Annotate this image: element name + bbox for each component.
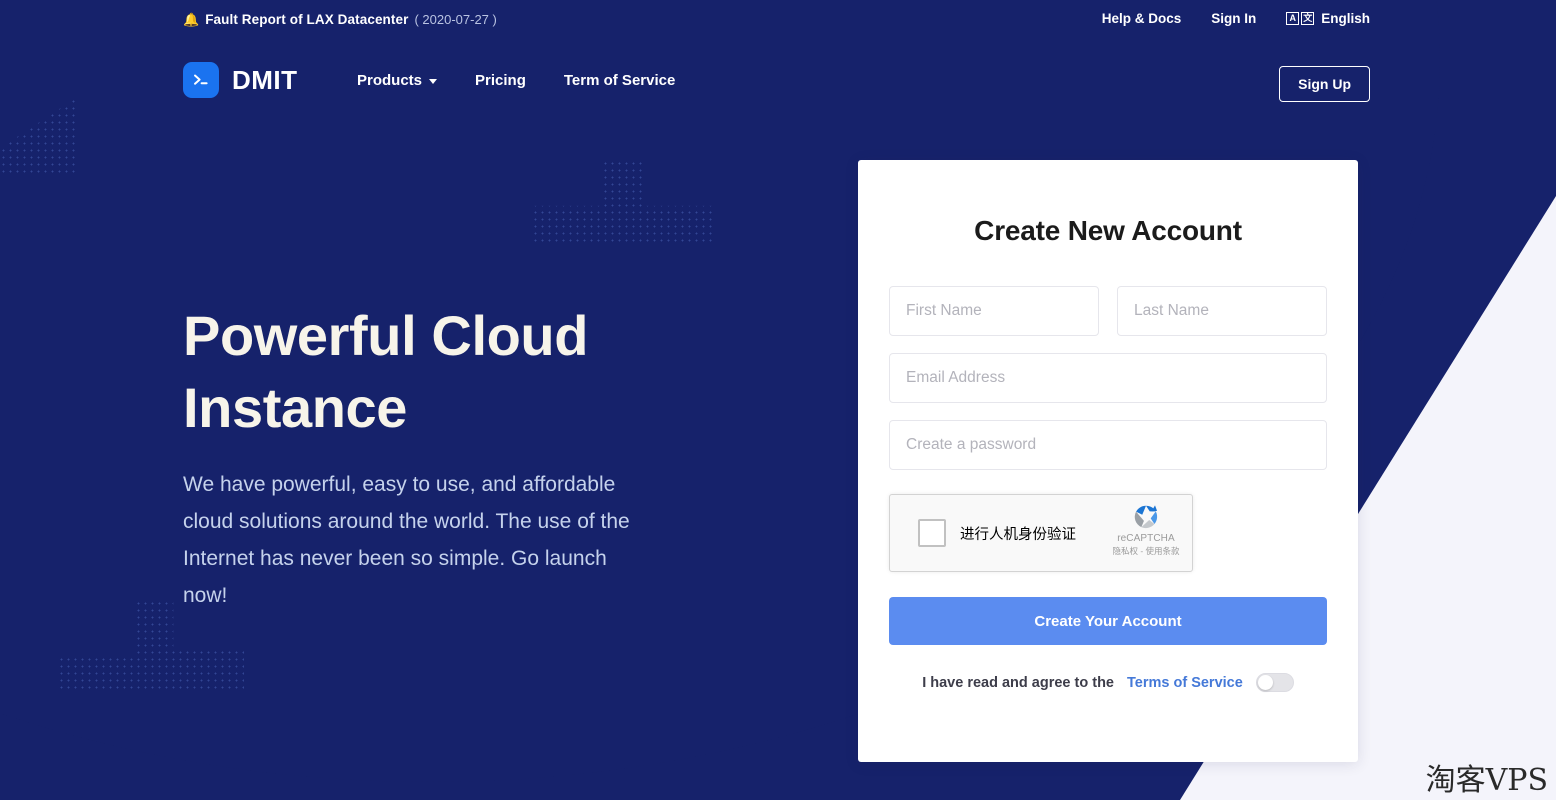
sign-in-link[interactable]: Sign In [1211, 11, 1256, 26]
watermark: 淘客VPS [1425, 763, 1548, 798]
translate-icon-latin: A [1286, 12, 1300, 25]
language-label: English [1321, 11, 1370, 26]
hero-heading-line-2: Instance [183, 375, 407, 439]
page-root: 🔔 Fault Report of LAX Datacenter ( 2020-… [0, 0, 1556, 800]
terms-agreement-toggle[interactable] [1255, 673, 1294, 692]
announcement-title: Fault Report of LAX Datacenter [205, 12, 409, 27]
chevron-down-icon [429, 79, 438, 84]
nav-item-products[interactable]: Products [357, 72, 438, 89]
hero-heading: Powerful Cloud Instance [183, 300, 703, 443]
language-switcher[interactable]: A 文 English [1286, 11, 1370, 26]
card-title: Create New Account [974, 215, 1242, 246]
brand-logo[interactable]: DMIT [183, 62, 298, 98]
email-input[interactable] [889, 353, 1327, 403]
create-account-button[interactable]: Create Your Account [889, 597, 1327, 645]
hero-heading-line-1: Powerful Cloud [183, 304, 589, 367]
terms-agreement-text: I have read and agree to the [922, 674, 1114, 691]
nav-item-term-of-service[interactable]: Term of Service [564, 72, 675, 89]
nav-item-products-label: Products [357, 72, 423, 89]
hero-paragraph: We have powerful, easy to use, and affor… [183, 473, 630, 607]
translate-icon: A 文 [1286, 12, 1315, 25]
nav-links: Products Pricing Term of Service [357, 72, 675, 89]
sign-up-button[interactable]: Sign Up [1279, 66, 1370, 102]
top-links: Help & Docs Sign In A 文 English [1102, 11, 1370, 26]
password-input[interactable] [889, 420, 1327, 470]
recaptcha-label: 进行人机身份验证 [960, 526, 1076, 543]
name-field-row [889, 286, 1327, 336]
decorative-dot-pattern-center [532, 160, 712, 242]
terminal-prompt-icon [183, 62, 219, 98]
first-name-input[interactable] [889, 286, 1099, 336]
recaptcha-checkbox[interactable] [918, 519, 946, 547]
nav-item-pricing[interactable]: Pricing [475, 72, 526, 89]
main-navigation: DMIT Products Pricing Term of Service Si… [0, 56, 1556, 112]
announcement-banner[interactable]: 🔔 Fault Report of LAX Datacenter ( 2020-… [183, 12, 497, 27]
recaptcha-icon [1108, 502, 1184, 532]
bell-icon: 🔔 [183, 12, 200, 27]
last-name-input[interactable] [1117, 286, 1327, 336]
translate-icon-cjk: 文 [1301, 12, 1315, 25]
toggle-knob [1257, 675, 1273, 690]
recaptcha-terms-label[interactable]: 隐私权 - 使用条款 [1108, 545, 1184, 557]
help-and-docs-link[interactable]: Help & Docs [1102, 11, 1182, 26]
recaptcha-branding: reCAPTCHA 隐私权 - 使用条款 [1108, 502, 1184, 557]
terms-agreement-row: I have read and agree to the Terms of Se… [889, 673, 1327, 692]
announcement-date: ( 2020-07-27 ) [414, 12, 497, 27]
recaptcha-widget[interactable]: 进行人机身份验证 reCAPTCHA 隐私权 - 使用条款 [889, 494, 1193, 572]
hero-section: Powerful Cloud Instance We have powerful… [183, 300, 703, 614]
terms-of-service-link[interactable]: Terms of Service [1127, 675, 1243, 691]
top-utility-bar: 🔔 Fault Report of LAX Datacenter ( 2020-… [0, 0, 1556, 44]
create-account-card: Create New Account 进行人机身份验证 [858, 160, 1358, 762]
recaptcha-brand-label: reCAPTCHA [1117, 533, 1175, 544]
brand-name: DMIT [232, 64, 298, 95]
